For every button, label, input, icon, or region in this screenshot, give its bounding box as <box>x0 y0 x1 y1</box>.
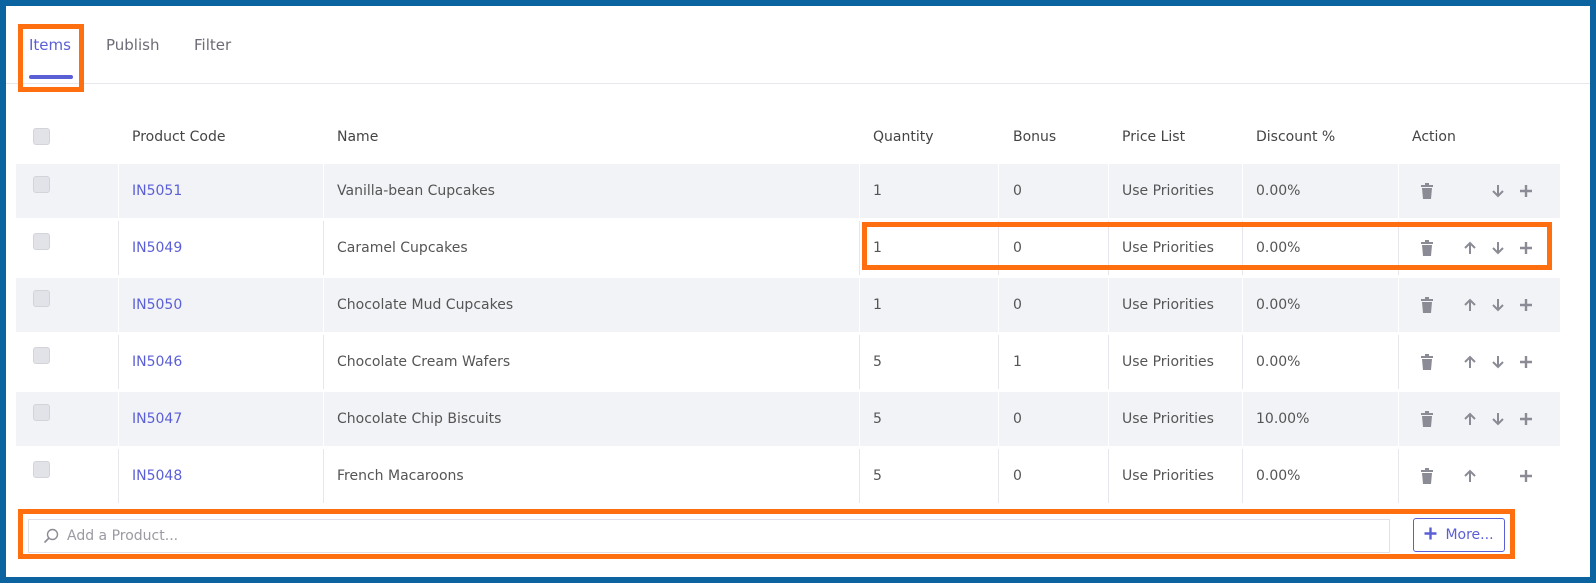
quantity-cell[interactable]: 5 <box>861 449 882 503</box>
bonus-cell[interactable]: 0 <box>1001 449 1022 503</box>
product-code-link[interactable]: IN5046 <box>120 335 182 389</box>
row-checkbox[interactable] <box>33 233 50 250</box>
product-name: Chocolate Chip Biscuits <box>337 411 502 427</box>
price-list-cell[interactable]: Use Priorities <box>1110 449 1214 503</box>
quantity-cell[interactable]: 5 <box>861 335 882 389</box>
table-row[interactable]: IN5046 Chocolate Cream Wafers 5 1 Use Pr… <box>16 335 1560 389</box>
header-bonus[interactable]: Bonus <box>1001 110 1056 164</box>
product-name: Caramel Cupcakes <box>337 240 468 256</box>
table-row[interactable]: IN5050 Chocolate Mud Cupcakes 1 0 Use Pr… <box>16 278 1560 332</box>
arrow-down-icon[interactable] <box>1488 181 1508 201</box>
plus-icon[interactable] <box>1516 466 1536 486</box>
arrow-down-icon[interactable] <box>1488 409 1508 429</box>
discount-cell[interactable]: 0.00% <box>1244 164 1300 218</box>
search-icon <box>43 528 59 548</box>
bonus-cell[interactable]: 0 <box>1001 164 1022 218</box>
header-price-list[interactable]: Price List <box>1110 110 1185 164</box>
row-checkbox[interactable] <box>33 461 50 478</box>
quantity-cell[interactable]: 1 <box>861 221 882 275</box>
table-row[interactable]: IN5049 Caramel Cupcakes 1 0 Use Prioriti… <box>16 221 1560 275</box>
product-name: French Macaroons <box>337 468 464 484</box>
plus-icon[interactable] <box>1516 409 1536 429</box>
quantity-cell[interactable]: 1 <box>861 164 882 218</box>
table-row[interactable]: IN5047 Chocolate Chip Biscuits 5 0 Use P… <box>16 392 1560 446</box>
row-checkbox[interactable] <box>33 176 50 193</box>
quantity-cell[interactable]: 5 <box>861 392 882 446</box>
product-name: Vanilla-bean Cupcakes <box>337 183 495 199</box>
trash-icon[interactable] <box>1417 238 1437 258</box>
plus-icon[interactable] <box>1516 295 1536 315</box>
plus-icon[interactable] <box>1516 181 1536 201</box>
more-button-label: More... <box>1445 527 1494 543</box>
price-list-cell[interactable]: Use Priorities <box>1110 335 1214 389</box>
more-button[interactable]: More... <box>1413 518 1505 552</box>
price-list-cell[interactable]: Use Priorities <box>1110 392 1214 446</box>
discount-cell[interactable]: 0.00% <box>1244 335 1300 389</box>
quantity-cell[interactable]: 1 <box>861 278 882 332</box>
tab-filter[interactable]: Filter <box>194 36 231 54</box>
header-name[interactable]: Name <box>325 110 378 164</box>
header-product-code[interactable]: Product Code <box>120 110 225 164</box>
table-row[interactable]: IN5048 French Macaroons 5 0 Use Prioriti… <box>16 449 1560 503</box>
product-name: Chocolate Mud Cupcakes <box>337 297 514 313</box>
select-all-checkbox[interactable] <box>33 128 50 145</box>
arrow-down-icon[interactable] <box>1488 295 1508 315</box>
trash-icon[interactable] <box>1417 352 1437 372</box>
price-list-cell[interactable]: Use Priorities <box>1110 221 1214 275</box>
product-code-link[interactable]: IN5048 <box>120 449 182 503</box>
bonus-cell[interactable]: 0 <box>1001 278 1022 332</box>
product-code-link[interactable]: IN5049 <box>120 221 182 275</box>
row-checkbox[interactable] <box>33 404 50 421</box>
discount-cell[interactable]: 10.00% <box>1244 392 1309 446</box>
arrow-down-icon[interactable] <box>1488 352 1508 372</box>
discount-cell[interactable]: 0.00% <box>1244 449 1300 503</box>
header-action: Action <box>1412 129 1456 145</box>
price-list-cell[interactable]: Use Priorities <box>1110 164 1214 218</box>
add-product-bar <box>28 519 1390 553</box>
trash-icon[interactable] <box>1417 181 1437 201</box>
discount-cell[interactable]: 0.00% <box>1244 221 1300 275</box>
price-list-cell[interactable]: Use Priorities <box>1110 278 1214 332</box>
trash-icon[interactable] <box>1417 409 1437 429</box>
main-panel: Items Publish Filter Product Code Name Q… <box>6 6 1590 577</box>
bonus-cell[interactable]: 1 <box>1001 335 1022 389</box>
arrow-down-icon[interactable] <box>1488 238 1508 258</box>
table-header-row: Product Code Name Quantity Bonus Price L… <box>16 110 1560 164</box>
row-checkbox[interactable] <box>33 290 50 307</box>
product-code-link[interactable]: IN5050 <box>120 278 182 332</box>
bonus-cell[interactable]: 0 <box>1001 221 1022 275</box>
active-tab-indicator <box>29 75 73 79</box>
tab-publish[interactable]: Publish <box>106 36 159 54</box>
plus-icon <box>1424 527 1437 544</box>
table-row[interactable]: IN5051 Vanilla-bean Cupcakes 1 0 Use Pri… <box>16 164 1560 218</box>
arrow-up-icon[interactable] <box>1460 295 1480 315</box>
row-checkbox[interactable] <box>33 347 50 364</box>
bonus-cell[interactable]: 0 <box>1001 392 1022 446</box>
add-product-input[interactable] <box>67 520 1367 552</box>
trash-icon[interactable] <box>1417 466 1437 486</box>
plus-icon[interactable] <box>1516 352 1536 372</box>
arrow-up-icon[interactable] <box>1460 466 1480 486</box>
header-discount[interactable]: Discount % <box>1244 110 1335 164</box>
arrow-up-icon[interactable] <box>1460 409 1480 429</box>
trash-icon[interactable] <box>1417 295 1437 315</box>
discount-cell[interactable]: 0.00% <box>1244 278 1300 332</box>
product-code-link[interactable]: IN5051 <box>120 164 182 218</box>
product-name: Chocolate Cream Wafers <box>337 354 511 370</box>
plus-icon[interactable] <box>1516 238 1536 258</box>
arrow-up-icon[interactable] <box>1460 238 1480 258</box>
tab-items[interactable]: Items <box>29 36 71 54</box>
arrow-up-icon[interactable] <box>1460 352 1480 372</box>
product-code-link[interactable]: IN5047 <box>120 392 182 446</box>
tab-bar: Items Publish Filter <box>6 6 1590 84</box>
header-quantity[interactable]: Quantity <box>861 110 934 164</box>
